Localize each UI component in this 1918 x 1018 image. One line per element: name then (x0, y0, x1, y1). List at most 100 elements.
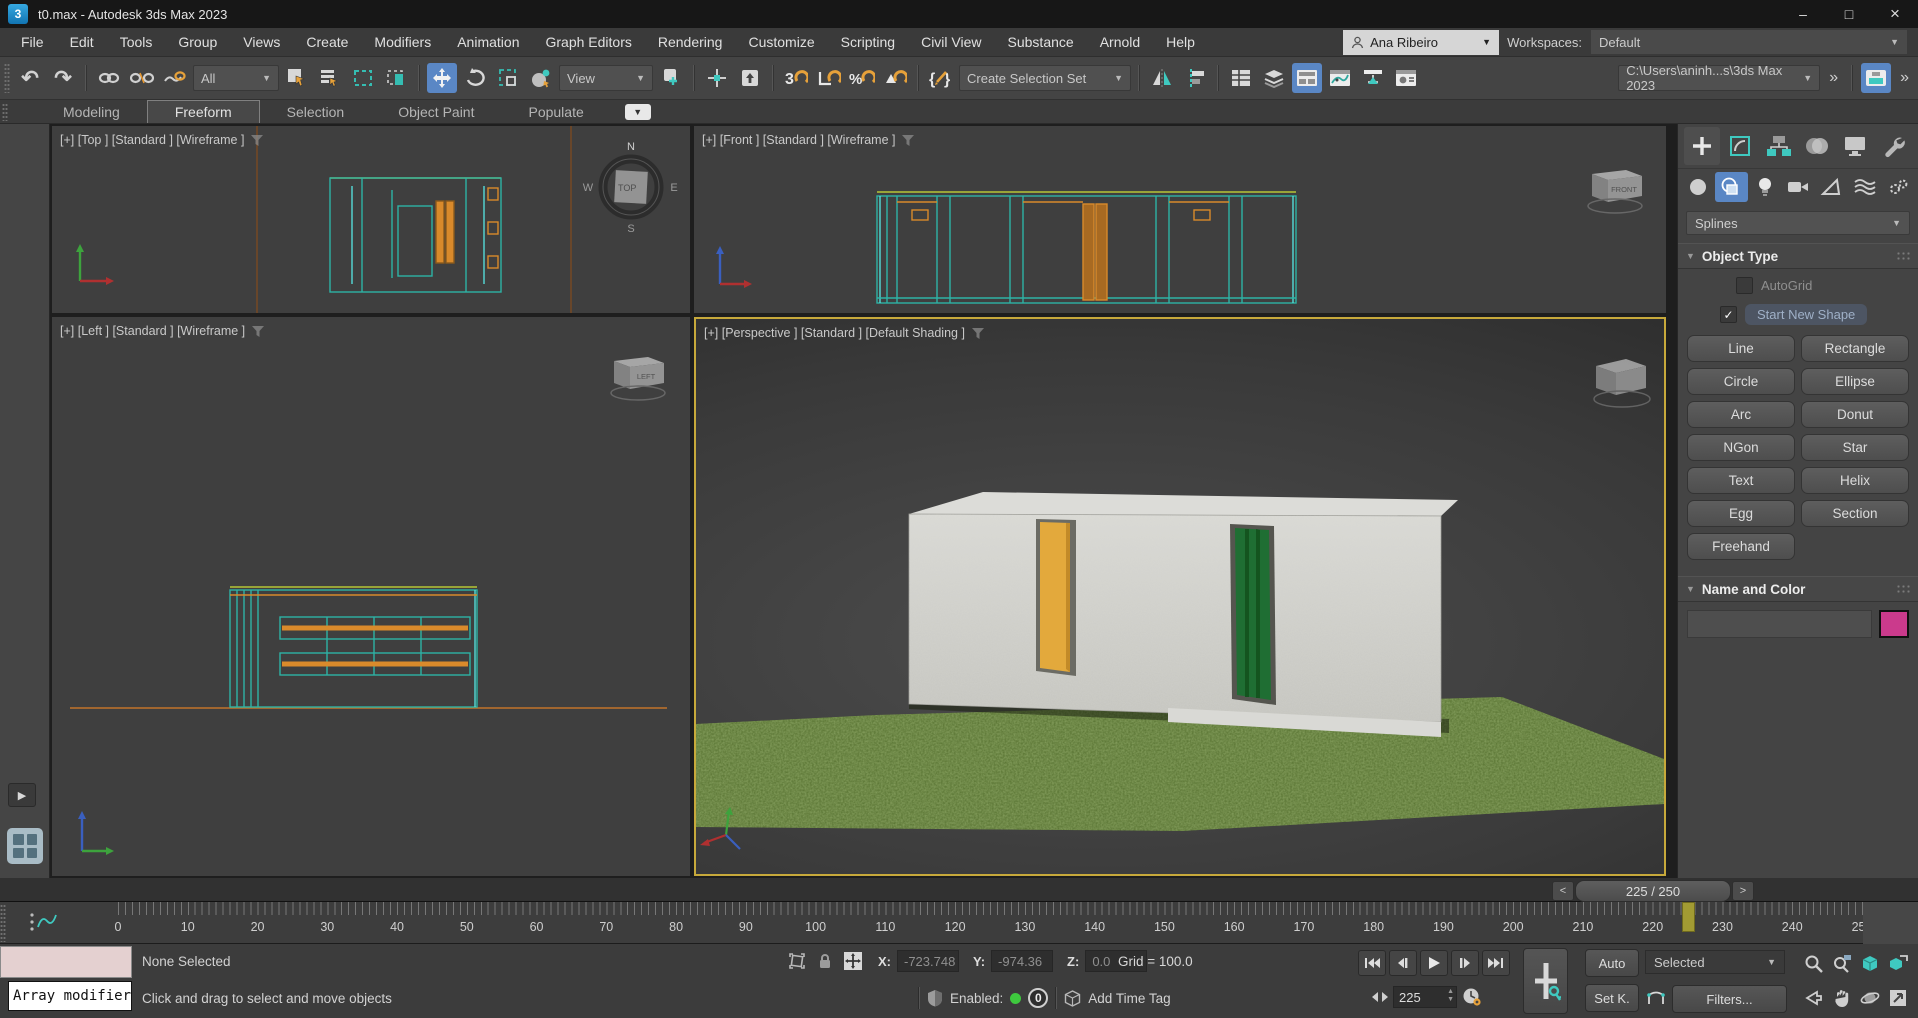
object-type-ellipse-button[interactable]: Ellipse (1801, 368, 1909, 395)
category-shapes[interactable] (1715, 172, 1747, 202)
category-lights[interactable] (1749, 172, 1781, 202)
menu-item-create[interactable]: Create (293, 28, 361, 56)
maxscript-mini-listener[interactable] (0, 946, 132, 978)
render-setup-icon[interactable] (1861, 63, 1891, 93)
maximize-viewport-toggle-icon[interactable] (1884, 981, 1912, 1015)
isolate-selection-icon[interactable] (786, 950, 808, 972)
viewcube-top-label[interactable]: TOP (618, 183, 636, 193)
set-keys-button[interactable] (1523, 948, 1568, 1014)
schematic-view-icon[interactable] (1358, 63, 1388, 93)
shape-category-dropdown[interactable]: Splines ▼ (1686, 211, 1910, 235)
angle-snap-icon[interactable] (814, 63, 844, 93)
key-step-arrows-icon[interactable] (1372, 992, 1388, 1002)
time-slider-handle[interactable]: 225 / 250 (1575, 880, 1731, 902)
viewport-filter-icon[interactable] (252, 326, 264, 337)
curve-editor-icon[interactable] (1325, 63, 1355, 93)
maximize-button[interactable]: □ (1826, 0, 1872, 28)
ribbon-tab-populate[interactable]: Populate (501, 100, 610, 123)
viewcube-left[interactable]: LEFT (611, 357, 665, 400)
object-type-egg-button[interactable]: Egg (1687, 500, 1795, 527)
use-pivot-point-center-icon[interactable] (656, 63, 686, 93)
x-coordinate-field[interactable]: -723.748 (897, 950, 959, 972)
tab-hierarchy[interactable] (1761, 127, 1797, 165)
select-and-move-icon[interactable] (427, 63, 457, 93)
viewport-top[interactable]: [+] [Top ] [Standard ] [Wireframe ] (52, 126, 690, 313)
add-time-tag[interactable]: Add Time Tag (1088, 991, 1170, 1006)
select-and-scale-icon[interactable] (493, 63, 523, 93)
maxscript-listener-line[interactable]: Array modifier (8, 981, 132, 1011)
viewport-left-label[interactable]: [+] [Left ] [Standard ] [Wireframe ] (60, 324, 264, 338)
menu-item-customize[interactable]: Customize (735, 28, 827, 56)
object-type-freehand-button[interactable]: Freehand (1687, 533, 1795, 560)
key-filters-button[interactable]: Filters... (1672, 985, 1787, 1013)
viewport-front-label[interactable]: [+] [Front ] [Standard ] [Wireframe ] (702, 133, 914, 147)
y-coordinate-field[interactable]: -974.36 (991, 950, 1053, 972)
minimize-button[interactable]: – (1780, 0, 1826, 28)
undo-icon[interactable]: ↶ (15, 63, 45, 93)
project-path-dropdown[interactable]: C:\Users\aninh...s\3ds Max 2023▼ (1618, 65, 1820, 91)
object-type-star-button[interactable]: Star (1801, 434, 1909, 461)
menu-item-substance[interactable]: Substance (995, 28, 1087, 56)
ribbon-tab-object-paint[interactable]: Object Paint (371, 100, 501, 123)
toggle-scene-explorer-icon[interactable] (1226, 63, 1256, 93)
start-new-shape-button[interactable]: Start New Shape (1745, 304, 1867, 325)
tab-display[interactable] (1837, 127, 1873, 165)
zoom-region-icon[interactable] (1800, 981, 1828, 1015)
adaptive-degradation-shield-icon[interactable] (927, 989, 943, 1007)
degradation-count-badge[interactable]: 0 (1028, 988, 1048, 1008)
category-helpers[interactable] (1815, 172, 1847, 202)
frame-spinner-icon[interactable]: ▲▼ (1447, 988, 1454, 1003)
object-type-helix-button[interactable]: Helix (1801, 467, 1909, 494)
user-account-menu[interactable]: Ana Ribeiro ▼ (1343, 30, 1499, 55)
object-type-section-button[interactable]: Section (1801, 500, 1909, 527)
viewport-filter-icon[interactable] (902, 135, 914, 146)
next-frame-button[interactable]: > (1732, 881, 1754, 901)
menu-item-tools[interactable]: Tools (107, 28, 166, 56)
zoom-all-icon[interactable] (1828, 947, 1856, 981)
object-type-text-button[interactable]: Text (1687, 467, 1795, 494)
viewcube-perspective[interactable] (1594, 359, 1650, 407)
menu-item-arnold[interactable]: Arnold (1087, 28, 1153, 56)
select-and-place-icon[interactable] (526, 63, 556, 93)
menu-item-rendering[interactable]: Rendering (645, 28, 736, 56)
timeline-track-bar[interactable]: 0102030405060708090100110120130140150160… (0, 902, 1918, 944)
object-type-circle-button[interactable]: Circle (1687, 368, 1795, 395)
viewport-top-label[interactable]: [+] [Top ] [Standard ] [Wireframe ] (60, 133, 263, 147)
select-link-icon[interactable] (94, 63, 124, 93)
zoom-icon[interactable] (1800, 947, 1828, 981)
spinner-snap-icon[interactable] (880, 63, 910, 93)
object-type-rollout-header[interactable]: ▼ Object Type (1678, 243, 1918, 269)
viewport-filter-icon[interactable] (251, 135, 263, 146)
viewport-top-label-text[interactable]: [+] [Top ] [Standard ] [Wireframe ] (60, 133, 244, 147)
viewport-front[interactable]: [+] [Front ] [Standard ] [Wireframe ] (694, 126, 1666, 313)
go-to-start-button[interactable] (1358, 950, 1386, 976)
toolbar-overflow-chevron-icon[interactable]: » (1824, 69, 1843, 87)
menu-item-modifiers[interactable]: Modifiers (361, 28, 444, 56)
mini-curve-editor-icon[interactable] (28, 910, 58, 934)
go-to-end-button[interactable] (1482, 950, 1510, 976)
tab-create[interactable] (1684, 127, 1720, 165)
viewport-perspective[interactable]: [+] [Perspective ] [Standard ] [Default … (694, 317, 1666, 876)
redo-icon[interactable]: ↷ (48, 63, 78, 93)
rectangular-selection-region-icon[interactable] (348, 63, 378, 93)
select-and-manipulate-icon[interactable] (702, 63, 732, 93)
timeline-current-frame-marker[interactable] (1682, 902, 1695, 932)
play-animation-button[interactable] (1420, 950, 1448, 976)
viewport-left[interactable]: [+] [Left ] [Standard ] [Wireframe ] (52, 317, 690, 876)
percent-snap-icon[interactable]: % (847, 63, 877, 93)
rollout-drag-handle-icon[interactable] (1896, 251, 1910, 262)
ribbon-tab-modeling[interactable]: Modeling (36, 100, 147, 123)
named-selection-set-dropdown[interactable]: Create Selection Set▼ (959, 65, 1131, 91)
viewport-left-label-text[interactable]: [+] [Left ] [Standard ] [Wireframe ] (60, 324, 245, 338)
selection-filter-dropdown[interactable]: All▼ (193, 65, 279, 91)
category-geometry[interactable] (1682, 172, 1714, 202)
toolbar-grip[interactable] (4, 63, 10, 93)
name-color-rollout-header[interactable]: ▼ Name and Color (1678, 576, 1918, 602)
previous-frame-step-button[interactable] (1389, 950, 1417, 976)
viewcube-front[interactable]: FRONT (1588, 170, 1642, 213)
ribbon-grip[interactable] (2, 103, 8, 121)
orbit-icon[interactable] (1856, 981, 1884, 1015)
set-key-button[interactable]: Set K. (1585, 984, 1639, 1012)
auto-key-button[interactable]: Auto (1585, 949, 1639, 977)
close-button[interactable]: × (1872, 0, 1918, 28)
